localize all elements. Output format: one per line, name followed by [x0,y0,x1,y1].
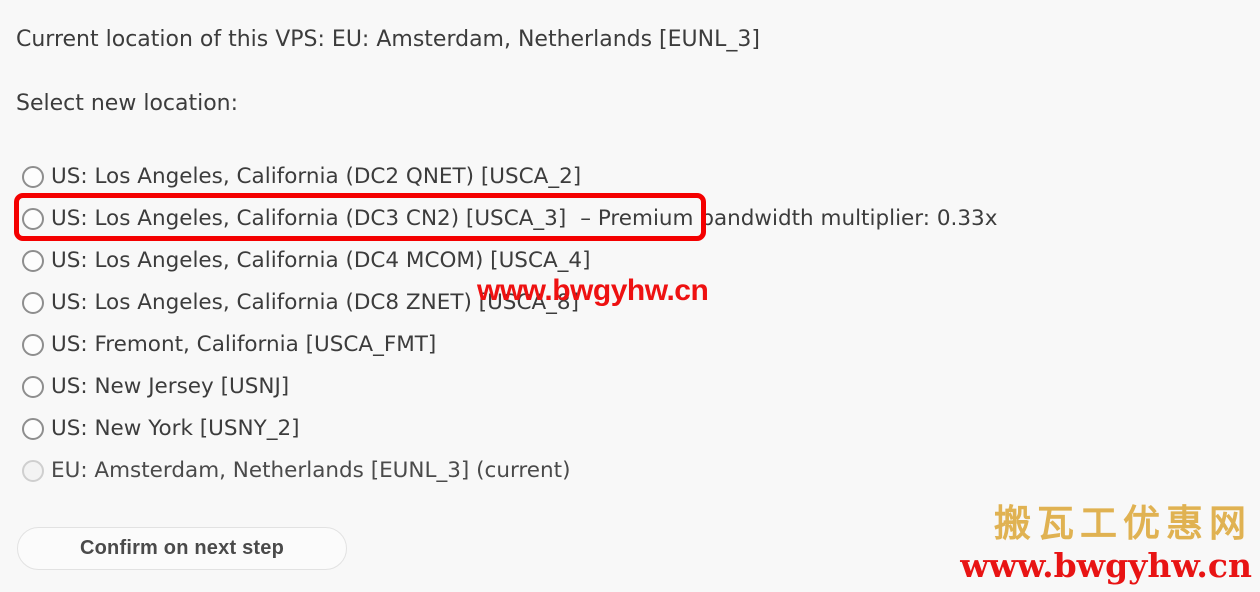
vps-migrate-location-page: Current location of this VPS: EU: Amster… [0,0,1260,592]
radio-button-icon [22,460,44,482]
location-radio-group: US: Los Angeles, California (DC2 QNET) [… [16,156,1246,492]
location-option-row[interactable]: US: Fremont, California [USCA_FMT] [16,324,1246,366]
confirm-on-next-step-button[interactable]: Confirm on next step [17,527,347,570]
location-option-row[interactable]: US: New Jersey [USNJ] [16,366,1246,408]
radio-button-icon[interactable] [22,166,44,188]
radio-button-icon[interactable] [22,334,44,356]
inline-watermark-url: www.bwgyhw.cn [477,274,709,307]
location-option-note: – Premium bandwidth multiplier: 0.33x [580,206,998,231]
location-option-label: US: Los Angeles, California (DC3 CN2) [U… [51,206,567,231]
location-option-label: US: Los Angeles, California (DC4 MCOM) [… [51,248,591,273]
select-new-location-label: Select new location: [16,91,239,116]
watermark-url-text: www.bwgyhw.cn [960,546,1252,585]
radio-button-icon[interactable] [22,376,44,398]
location-option-label: EU: Amsterdam, Netherlands [EUNL_3] (cur… [51,458,571,483]
radio-button-icon[interactable] [22,292,44,314]
radio-button-icon[interactable] [22,418,44,440]
location-option-row[interactable]: US: Los Angeles, California (DC2 QNET) [… [16,156,1246,198]
radio-button-icon[interactable] [22,208,44,230]
corner-watermark: 搬瓦工优惠网 www.bwgyhw.cn [960,500,1252,586]
radio-button-icon[interactable] [22,250,44,272]
location-option-row[interactable]: US: Los Angeles, California (DC3 CN2) [U… [16,198,1246,240]
location-option-label: US: New York [USNY_2] [51,416,300,441]
location-option-label: US: New Jersey [USNJ] [51,374,290,399]
location-option-row[interactable]: US: New York [USNY_2] [16,408,1246,450]
location-option-row: EU: Amsterdam, Netherlands [EUNL_3] (cur… [16,450,1246,492]
current-location-text: Current location of this VPS: EU: Amster… [16,27,760,52]
location-option-label: US: Fremont, California [USCA_FMT] [51,332,437,357]
location-option-label: US: Los Angeles, California (DC2 QNET) [… [51,164,582,189]
watermark-brand-text: 搬瓦工优惠网 [994,501,1252,545]
